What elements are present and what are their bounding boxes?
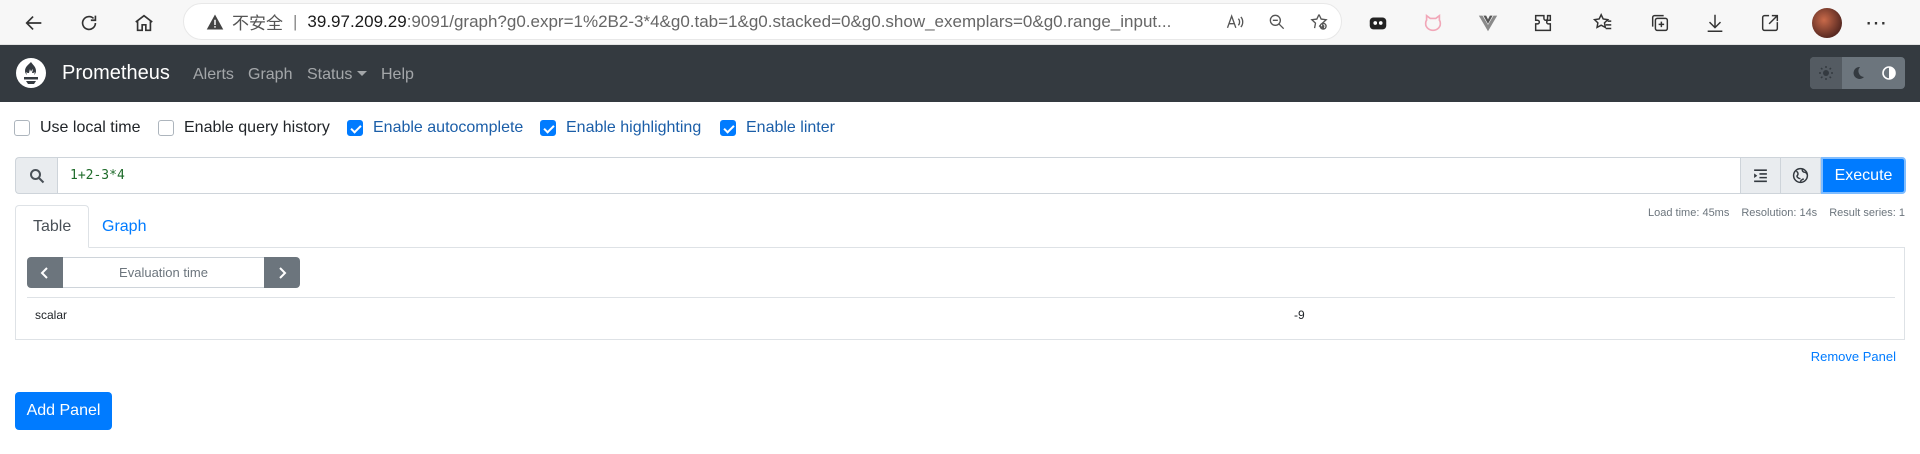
option-label: Use local time [40,119,141,136]
prometheus-logo-icon[interactable] [15,57,47,89]
result-value: -9 [1294,308,1305,322]
metrics-explorer-button[interactable] [1781,157,1821,194]
theme-toggle-group [1810,57,1905,89]
light-theme-button[interactable] [1810,57,1842,89]
linter-checkbox[interactable] [720,120,736,136]
option-enable-autocomplete[interactable]: Enable autocomplete [347,119,523,137]
favorites-icon[interactable] [1590,10,1616,36]
option-label: Enable query history [184,119,330,136]
extension-cat-icon[interactable] [1420,10,1446,36]
nav-alerts[interactable]: Alerts [193,66,234,84]
home-icon[interactable] [129,8,159,38]
indent-icon [1754,169,1767,183]
profile-avatar[interactable] [1812,8,1842,38]
more-menu-icon[interactable]: ⋯ [1865,10,1888,36]
query-stats: Load time: 45ms Resolution: 14s Result s… [1648,207,1905,219]
address-bar[interactable]: 不安全 | 39.97.209.29 :9091/graph?g0.expr=1… [183,3,1342,40]
sun-icon [1818,66,1833,80]
tab-table[interactable]: Table [15,205,90,248]
table-tab-pane: Evaluation time scalar -9 [15,247,1905,340]
url-path: :9091/graph?g0.expr=1%2B2-3*4&g0.tab=1&g… [406,11,1172,31]
browser-toolbar: 不安全 | 39.97.209.29 :9091/graph?g0.expr=1… [0,0,1920,45]
table-row: scalar -9 [27,297,1895,330]
add-favorite-icon[interactable] [1307,10,1331,34]
share-icon[interactable] [1757,10,1783,36]
option-label: Enable linter [746,119,835,136]
expression-input-group: 1+2-3*4 Execute [15,157,1906,194]
nav-graph[interactable]: Graph [248,66,292,84]
format-expression-button[interactable] [1741,157,1781,194]
navbar: Prometheus Alerts Graph Status Help [0,45,1920,102]
zoom-out-icon[interactable] [1265,10,1289,34]
address-bar-actions [1223,10,1331,34]
execute-button[interactable]: Execute [1821,157,1906,194]
chevron-right-icon [279,266,287,279]
previous-time-button[interactable] [27,257,63,288]
moon-icon [1853,66,1864,79]
url-host: 39.97.209.29 [307,11,407,31]
brand-name[interactable]: Prometheus [62,62,170,85]
collections-icon[interactable] [1647,10,1673,36]
result-series: Result series: 1 [1829,207,1905,219]
option-enable-linter[interactable]: Enable linter [720,119,835,137]
option-label: Enable highlighting [566,119,702,136]
option-enable-query-history[interactable]: Enable query history [158,119,330,137]
auto-theme-button[interactable] [1873,57,1905,89]
nav-help[interactable]: Help [381,66,414,84]
nav-status[interactable]: Status [307,66,368,84]
insecure-label: 不安全 [232,14,283,33]
load-time: Load time: 45ms [1648,207,1730,219]
result-series-name: scalar [35,308,68,322]
panel-tabs: Table Graph [15,205,1905,248]
extension-vue-icon[interactable] [1475,10,1501,36]
add-panel-button[interactable]: Add Panel [15,392,112,430]
caret-down-icon [357,71,368,76]
query-history-checkbox[interactable] [158,120,174,136]
refresh-icon[interactable] [74,8,104,38]
expression-input[interactable]: 1+2-3*4 [57,157,1741,194]
option-enable-highlighting[interactable]: Enable highlighting [540,119,701,137]
half-circle-icon [1882,66,1896,80]
extensions-icon[interactable] [1530,10,1556,36]
highlighting-checkbox[interactable] [540,120,556,136]
autocomplete-checkbox[interactable] [347,120,363,136]
nav-status-label: Status [307,66,353,83]
downloads-icon[interactable] [1702,10,1728,36]
remove-panel-link[interactable]: Remove Panel [1811,349,1896,364]
option-use-local-time[interactable]: Use local time [14,119,140,137]
search-icon [15,157,57,194]
tab-graph[interactable]: Graph [85,205,163,248]
evaluation-time-picker: Evaluation time [27,257,300,288]
globe-icon [1792,167,1809,184]
use-local-time-checkbox[interactable] [14,120,30,136]
next-time-button[interactable] [264,257,300,288]
resolution: Resolution: 14s [1741,207,1818,219]
url-separator: | [293,11,298,31]
back-arrow-icon[interactable] [19,8,49,38]
warning-icon [206,14,224,29]
option-label: Enable autocomplete [373,119,524,136]
extension-game-icon[interactable] [1365,10,1391,36]
read-aloud-icon[interactable] [1223,10,1247,34]
chevron-left-icon [40,266,48,279]
dark-theme-button[interactable] [1842,57,1874,89]
evaluation-time-input[interactable]: Evaluation time [63,257,264,288]
